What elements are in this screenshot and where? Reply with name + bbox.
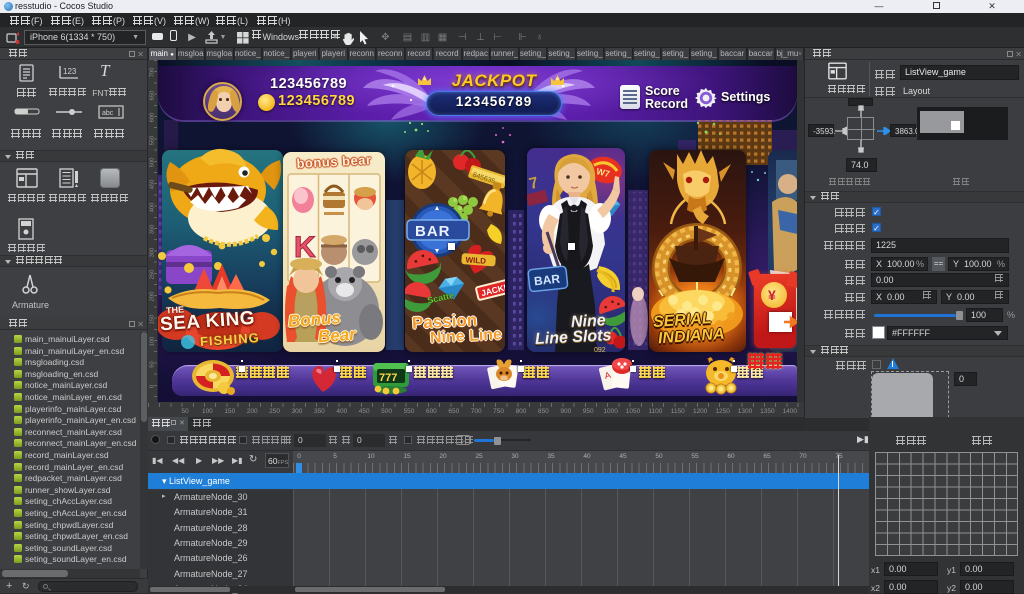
svg-text:Scatte: Scatte — [426, 290, 455, 305]
svg-text:WILD: WILD — [465, 255, 486, 265]
svg-text:abc: abc — [102, 110, 114, 117]
svg-text:BAR: BAR — [415, 223, 451, 240]
svg-text:7: 7 — [527, 174, 540, 193]
svg-text:123: 123 — [63, 67, 77, 76]
svg-text:777: 777 — [379, 372, 397, 384]
svg-text:BAR: BAR — [533, 272, 561, 289]
